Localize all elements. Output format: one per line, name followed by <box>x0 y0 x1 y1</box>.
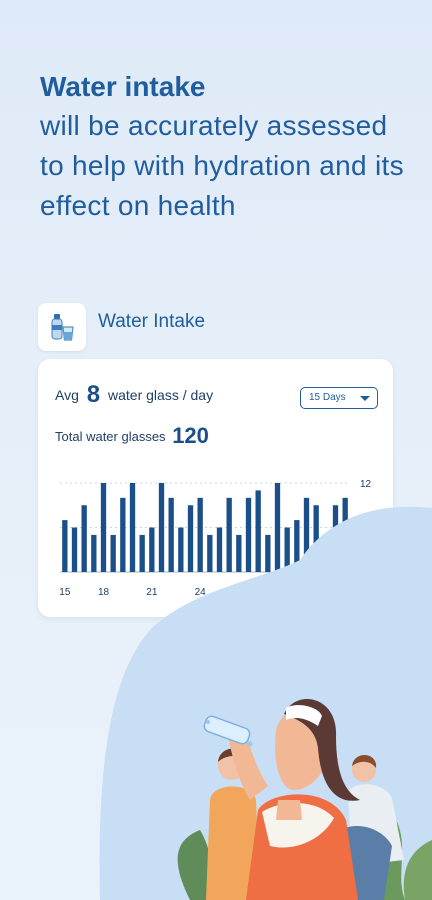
water-bottle-glass-icon <box>38 303 86 351</box>
section-title: Water Intake <box>98 311 206 332</box>
headline: Water intake will be accurately assessed… <box>40 68 410 226</box>
headline-title: Water intake <box>40 71 206 102</box>
y-tick-label: 12 <box>360 479 372 490</box>
drinking-water-illustration <box>99 506 432 900</box>
headline-description: will be accurately assessed to help with… <box>40 110 404 221</box>
